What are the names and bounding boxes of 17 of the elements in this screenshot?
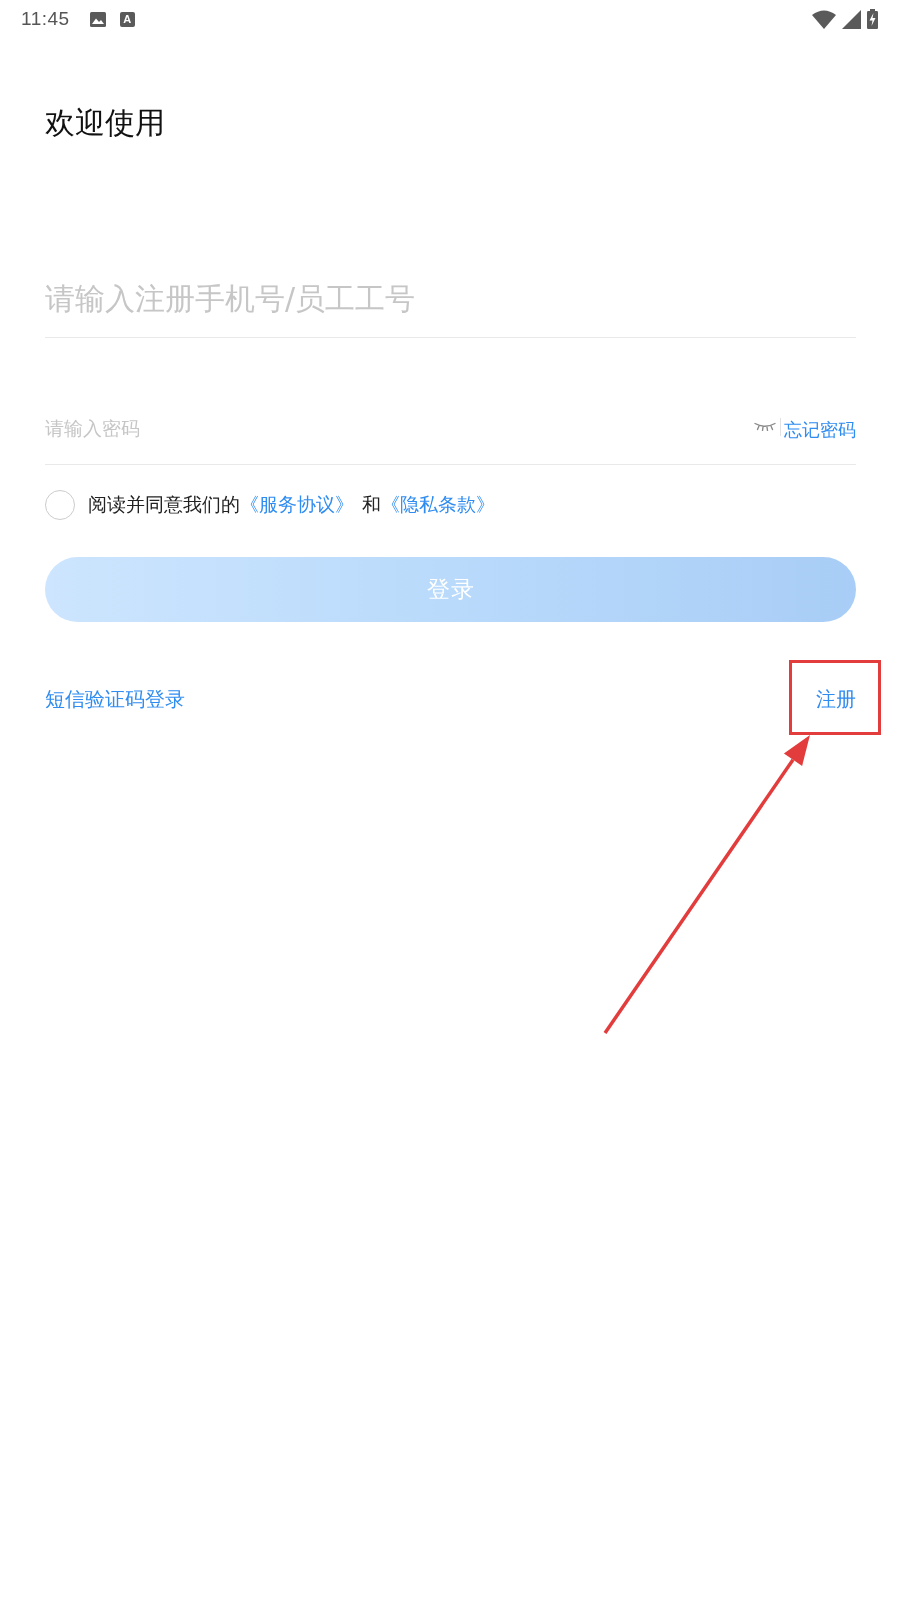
agreement-text: 阅读并同意我们的《服务协议》 和《隐私条款》 [88, 492, 495, 517]
battery-charging-icon [867, 9, 878, 29]
sms-login-link[interactable]: 短信验证码登录 [45, 687, 185, 711]
phone-input-field[interactable]: 请输入注册手机号/员工工号 [45, 279, 856, 318]
register-link[interactable]: 注册 [816, 687, 856, 711]
welcome-title: 欢迎使用 [45, 106, 165, 140]
privacy-policy-link[interactable]: 《隐私条款》 [381, 493, 495, 515]
wifi-icon [812, 9, 836, 29]
password-input-field[interactable]: 请输入密码 [45, 414, 754, 441]
signal-icon [842, 9, 861, 29]
image-icon [89, 11, 106, 27]
eye-closed-icon[interactable] [754, 422, 776, 431]
status-time: 11:45 [21, 8, 70, 30]
forgot-password-link[interactable]: 忘记密码 [784, 419, 856, 441]
text-notification-icon: A [119, 11, 135, 27]
agreement-checkbox[interactable] [45, 490, 75, 520]
service-agreement-link[interactable]: 《服务协议》 [240, 493, 354, 515]
